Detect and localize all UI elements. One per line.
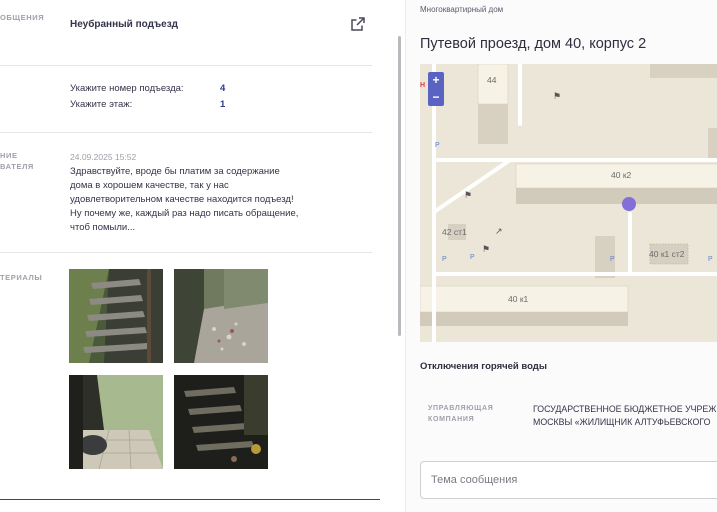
photo-thumbnail[interactable] [174,269,268,363]
map-label: 44 [487,75,497,85]
photo-thumbnail[interactable] [174,375,268,469]
map-label: 40 к1 ст2 [649,249,685,259]
map-label: 42 ст1 [442,227,467,237]
building-info-panel: Многоквартирный дом Путевой проезд, дом … [405,0,717,512]
message-subject-input[interactable] [420,461,717,499]
management-label-line: КОМПАНИЯ [428,416,475,423]
poi-icon: ⚑ [464,190,473,200]
subject-value: Неубранный подъезд [70,19,179,30]
message-text: Здравствуйте, вроде бы платим за содержа… [70,166,299,233]
divider [0,499,380,500]
message-label-2: ВАТЕЛЯ [0,162,34,171]
zoom-out-button[interactable]: − [428,89,444,106]
map[interactable]: 44 40 к2 42 ст1 40 к1 ст2 40 к1 Н P P P … [420,64,717,342]
poi-icon: ↗ [495,226,503,236]
management-value-line: МОСКВЫ «ЖИЛИЩНИК АЛТУФЬЕВСКОГО [533,417,711,427]
map-label: 40 к2 [611,170,632,180]
poi-icon: ⚑ [553,91,562,101]
message-label-1: НИЕ [0,151,18,160]
management-value-line: ГОСУДАРСТВЕННОЕ БЮДЖЕТНОЕ УЧРЕЖ [533,404,717,414]
floor-label: Укажите этаж: [70,99,133,110]
parking-icon: P [435,142,440,149]
management-label-line: УПРАВЛЯЮЩАЯ [428,405,494,412]
map-label: Н [420,82,426,89]
floor-value: 1 [220,99,226,110]
hot-water-outages-link[interactable]: Отключения горячей воды [420,361,547,372]
building-location-marker [622,197,636,211]
subject-label: ОБЩЕНИЯ [0,13,45,22]
parking-icon: P [470,254,475,261]
subject-row: ОБЩЕНИЯ Неубранный подъезд [0,0,372,66]
message-date: 24.09.2025 15:52 [70,152,137,162]
open-external-icon[interactable] [350,16,366,32]
materials-label: ТЕРИАЛЫ [0,273,43,282]
zoom-control: + − [428,72,444,106]
fields-row: Укажите номер подъезда: 4 Укажите этаж: … [0,66,372,133]
management-company-label: УПРАВЛЯЮЩАЯ КОМПАНИЯ [428,403,518,425]
building-address: Путевой проезд, дом 40, корпус 2 [420,36,647,52]
entrance-value: 4 [220,83,226,94]
zoom-in-button[interactable]: + [428,72,444,89]
parking-icon: P [442,256,447,263]
entrance-label: Укажите номер подъезда: [70,83,184,94]
photo-thumbnail[interactable] [69,269,163,363]
management-company-value: ГОСУДАРСТВЕННОЕ БЮДЖЕТНОЕ УЧРЕЖ МОСКВЫ «… [533,403,717,429]
map-label: 40 к1 [508,294,529,304]
parking-icon: P [708,256,713,263]
parking-icon: P [610,256,615,263]
appeal-details-panel: ОБЩЕНИЯ Неубранный подъезд Укажите номер… [0,0,390,512]
scrollbar[interactable] [398,36,401,336]
building-type: Многоквартирный дом [420,5,504,14]
photo-thumbnail[interactable] [69,375,163,469]
poi-icon: ⚑ [482,244,491,254]
